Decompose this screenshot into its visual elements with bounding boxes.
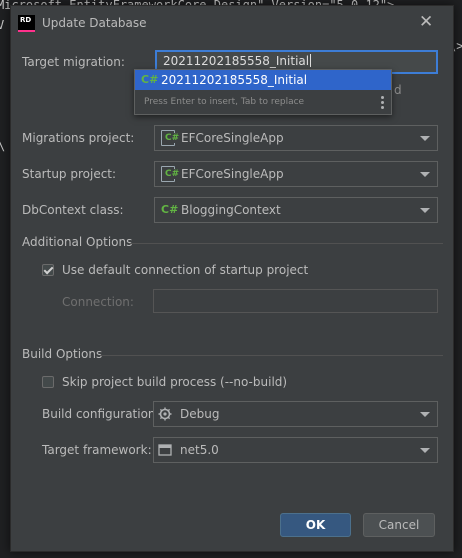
dialog-titlebar[interactable]: RD Update Database ✕ [11,6,453,40]
rider-logo-icon: RD [18,15,35,32]
update-database-dialog: RD Update Database ✕ Target migration: 2… [10,5,454,552]
migrations-project-combo[interactable]: C# EFCoreSingleApp [154,125,438,151]
cancel-button[interactable]: Cancel [363,513,435,537]
migrations-project-value: EFCoreSingleApp [181,131,284,145]
target-framework-combo[interactable]: net5.0 [153,437,438,463]
target-framework-value: net5.0 [180,443,219,457]
startup-project-combo[interactable]: C# EFCoreSingleApp [154,161,438,187]
target-framework-label: Target framework: [42,443,152,457]
section-divider [129,243,443,244]
close-icon[interactable]: ✕ [419,12,433,32]
use-default-connection-checkbox[interactable] [42,264,54,276]
code-line: \ [0,139,5,153]
framework-icon [158,444,172,456]
dbcontext-value: BloggingContext [181,203,281,217]
chevron-down-icon [420,412,430,417]
dialog-title: Update Database [42,16,147,30]
target-migration-value: 20211202185558_Initial [163,54,310,68]
startup-project-value: EFCoreSingleApp [181,167,284,181]
autocomplete-item-label: 20211202185558_Initial [161,73,308,87]
autocomplete-popup: C# 20211202185558_Initial Press Enter to… [134,69,392,115]
build-configuration-combo[interactable]: Debug [153,401,438,427]
chevron-down-icon [420,208,430,213]
chevron-down-icon [420,172,430,177]
chevron-down-icon [420,136,430,141]
ok-button[interactable]: OK [280,513,351,537]
obscured-text: d [394,83,402,97]
csharp-class-icon: C# [161,203,179,216]
autocomplete-item[interactable]: C# 20211202185558_Initial [135,70,391,90]
additional-options-heading: Additional Options [22,235,133,249]
dbcontext-label: DbContext class: [22,203,124,217]
connection-input[interactable] [153,289,438,313]
migrations-project-label: Migrations project: [22,131,135,145]
section-divider [100,355,443,356]
skip-build-label[interactable]: Skip project build process (--no-build) [62,375,287,389]
build-options-heading: Build Options [22,347,103,361]
startup-project-label: Startup project: [22,167,117,181]
dbcontext-combo[interactable]: C# BloggingContext [154,197,438,223]
connection-label: Connection: [62,295,134,309]
gear-icon [158,407,172,421]
chevron-down-icon [420,448,430,453]
code-line: V [0,18,5,32]
more-options-icon[interactable] [381,96,384,111]
text-caret [310,54,312,67]
build-configuration-label: Build configuration: [42,407,160,421]
build-configuration-value: Debug [180,407,220,421]
csharp-project-icon: C# [161,130,180,146]
csharp-project-icon: C# [161,166,180,182]
autocomplete-hint: Press Enter to insert, Tab to replace [144,97,305,107]
csharp-class-icon: C# [141,73,159,86]
use-default-connection-label[interactable]: Use default connection of startup projec… [62,263,308,277]
target-migration-label: Target migration: [22,55,125,69]
skip-build-checkbox[interactable] [42,376,54,388]
